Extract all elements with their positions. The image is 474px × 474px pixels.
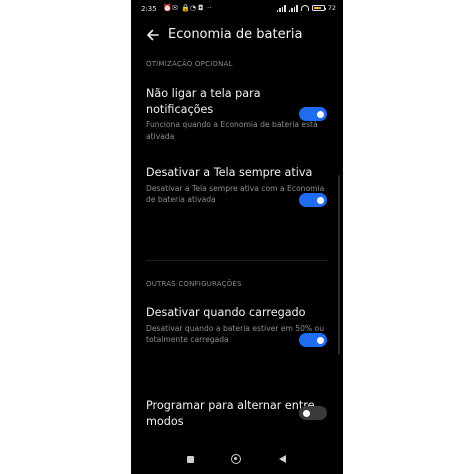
section-label-other: OUTRAS CONFIGURAÇÕES bbox=[146, 280, 242, 288]
home-button[interactable] bbox=[231, 454, 241, 464]
messenger-icon: ◔ bbox=[190, 4, 197, 12]
signal-icon-2 bbox=[288, 4, 298, 12]
more-dots: ·· bbox=[207, 4, 212, 12]
status-bar: 2:35 ⏰ ✉ 🔒 ◔ ◘ ·· 72 bbox=[131, 0, 343, 18]
toggle-knob bbox=[317, 110, 324, 118]
status-right: 72 bbox=[276, 4, 336, 12]
instagram-icon: ◘ bbox=[198, 4, 204, 12]
signal-icon bbox=[276, 4, 286, 12]
status-time: 2:35 bbox=[141, 5, 157, 13]
wifi-icon bbox=[300, 5, 309, 11]
section-divider bbox=[146, 260, 328, 261]
section-label-optional: OTIMIZAÇÃO OPCIONAL bbox=[146, 60, 233, 68]
navigation-bar bbox=[131, 448, 343, 472]
scrollbar[interactable] bbox=[338, 175, 340, 355]
battery-percent: 72 bbox=[327, 4, 336, 12]
toggle-schedule-modes[interactable] bbox=[299, 406, 327, 420]
arrow-left-icon[interactable] bbox=[145, 27, 161, 43]
setting-title: Desativar quando carregado bbox=[146, 306, 306, 319]
battery-icon bbox=[311, 5, 327, 11]
setting-description: Funciona quando a Economia de bateria es… bbox=[146, 120, 318, 141]
toggle-knob bbox=[317, 336, 324, 344]
toggle-knob bbox=[302, 409, 310, 417]
recents-button[interactable] bbox=[187, 456, 194, 463]
page-title: Economia de bateria bbox=[168, 27, 303, 42]
lock-icon: 🔒 bbox=[181, 4, 190, 12]
setting-title: Desativar a Tela sempre ativa bbox=[146, 166, 313, 179]
back-button[interactable] bbox=[279, 455, 286, 463]
mail-icon: ✉ bbox=[172, 4, 178, 12]
toggle-no-screen-on-notifications[interactable] bbox=[299, 107, 327, 121]
phone-screen: 2:35 ⏰ ✉ 🔒 ◔ ◘ ·· 72 Economia de bateria… bbox=[131, 0, 343, 474]
toggle-disable-when-charged[interactable] bbox=[299, 333, 327, 347]
toggle-knob bbox=[317, 196, 324, 204]
toggle-disable-always-on[interactable] bbox=[299, 193, 327, 207]
alarm-icon: ⏰ bbox=[163, 4, 172, 12]
header: Economia de bateria bbox=[131, 22, 343, 48]
